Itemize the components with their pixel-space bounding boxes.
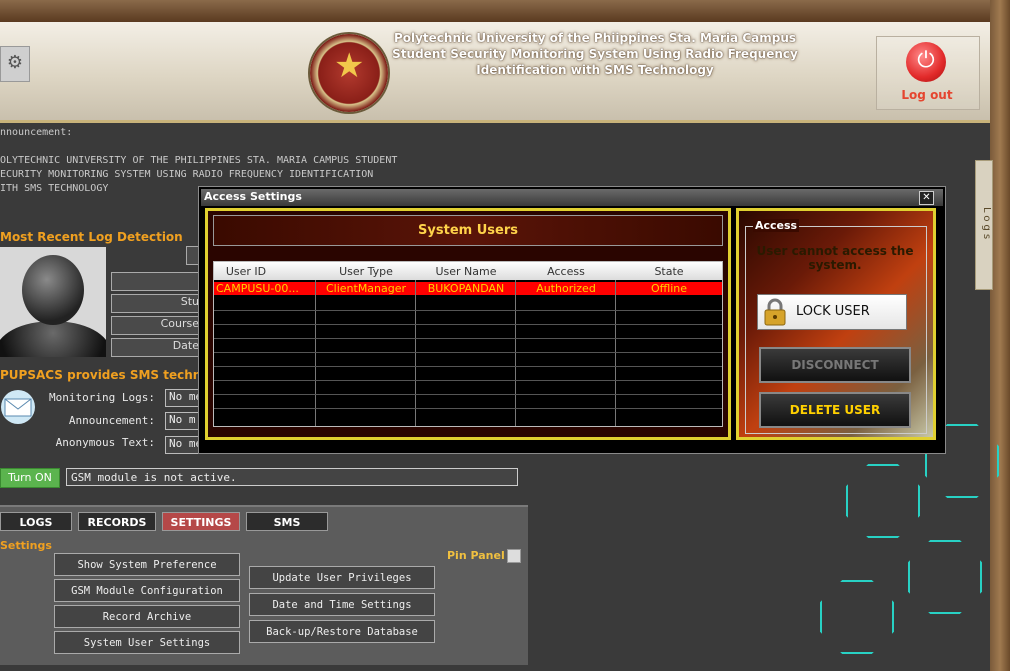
seal-star-icon: ★ (334, 46, 365, 86)
grid-line (315, 280, 316, 426)
column-header[interactable]: User Type (316, 265, 416, 278)
gsm-module-configuration-button[interactable]: GSM Module Configuration (54, 579, 240, 602)
announcement-label: nnouncement: (0, 127, 73, 138)
grid-line (214, 408, 722, 409)
right-frame (990, 0, 1010, 671)
settings-label: Settings (0, 539, 52, 552)
power-icon[interactable]: ⏻ (906, 42, 946, 82)
log-detection-title: Most Recent Log Detection (0, 230, 183, 244)
grid-line (415, 280, 416, 426)
avatar-body (0, 321, 106, 357)
title-line-2: Student Security Monitoring System Using… (392, 47, 798, 61)
lock-user-label[interactable]: LOCK USER (796, 304, 870, 319)
grid-line (214, 394, 722, 395)
column-header[interactable]: User ID (214, 265, 278, 278)
logs-side-tab[interactable]: Logs (975, 160, 993, 290)
logout-label[interactable]: Log out (896, 88, 958, 102)
pin-panel-checkbox[interactable] (507, 549, 521, 563)
hexagon-decoration (908, 540, 982, 614)
announcement-line: OLYTECHNIC UNIVERSITY OF THE PHILIPPINES… (0, 155, 398, 166)
table-cell[interactable]: CAMPUSU-00... (216, 282, 314, 295)
avatar-icon (0, 247, 106, 357)
tab-settings[interactable]: SETTINGS (162, 512, 240, 531)
title-line-1: Polytechnic University of the Phiippines… (393, 31, 797, 45)
grid-line (515, 280, 516, 426)
column-header[interactable]: User Name (416, 265, 516, 278)
date-label: Date (172, 339, 199, 352)
lock-icon (763, 298, 787, 326)
system-user-settings-button[interactable]: System User Settings (54, 631, 240, 654)
announcement-line: ECURITY MONITORING SYSTEM USING RADIO FR… (0, 169, 374, 180)
title-line-3: Identification with SMS Technology (476, 63, 714, 77)
disconnect-button[interactable]: DISCONNECT (759, 347, 911, 383)
monitoring-logs-label: Monitoring Logs: (49, 391, 155, 404)
app-title: Polytechnic University of the Phiippines… (390, 30, 800, 78)
access-group-title: Access (753, 219, 800, 232)
dialog-titlebar[interactable] (201, 189, 943, 206)
system-users-title: System Users (418, 223, 518, 238)
date-time-settings-button[interactable]: Date and Time Settings (249, 593, 435, 616)
date-field: Date (111, 338, 202, 357)
anonymous-text-label: Anonymous Text: (55, 436, 155, 449)
table-cell[interactable]: BUKOPANDAN (416, 282, 516, 295)
top-frame (0, 0, 990, 22)
tab-sms[interactable]: SMS (246, 512, 328, 531)
announcement-line: ITH SMS TECHNOLOGY (0, 183, 109, 194)
record-archive-button[interactable]: Record Archive (54, 605, 240, 628)
sms-title: PUPSACS provides SMS techn (0, 368, 202, 382)
dialog-title: Access Settings (204, 190, 302, 203)
backup-restore-button[interactable]: Back-up/Restore Database (249, 620, 435, 643)
avatar-head (22, 255, 84, 325)
table-cell[interactable]: Authorized (516, 282, 616, 295)
hexagon-decoration (820, 580, 894, 654)
tab-logs[interactable]: LOGS (0, 512, 72, 531)
hexagon-decoration (846, 464, 920, 538)
delete-user-button[interactable]: DELETE USER (759, 392, 911, 428)
detection-field (111, 272, 202, 291)
gsm-status-field: GSM module is not active. (66, 468, 518, 486)
student-field: Stu (111, 294, 202, 313)
column-header[interactable]: State (616, 265, 722, 278)
course-label: Course (160, 317, 199, 330)
grid-line (214, 310, 722, 311)
grid-line (214, 352, 722, 353)
grid-line (214, 380, 722, 381)
show-system-preference-button[interactable]: Show System Preference (54, 553, 240, 576)
grid-line (615, 280, 616, 426)
access-message: User cannot access the system. (756, 244, 914, 272)
grid-line (214, 338, 722, 339)
column-header[interactable]: Access (516, 265, 616, 278)
announcement-sms-label: Announcement: (68, 414, 155, 427)
update-user-privileges-button[interactable]: Update User Privileges (249, 566, 435, 589)
tab-records[interactable]: RECORDS (78, 512, 156, 531)
pin-panel-label: Pin Panel (447, 549, 505, 562)
grid-line (214, 324, 722, 325)
logo-icon[interactable]: ⚙ (0, 46, 30, 82)
table-cell[interactable]: Offline (616, 282, 722, 295)
student-label: Stu (180, 295, 199, 308)
table-cell[interactable]: ClientManager (316, 282, 416, 295)
turn-on-button[interactable]: Turn ON (0, 468, 60, 488)
course-field: Course (111, 316, 202, 335)
close-icon[interactable]: ✕ (919, 191, 934, 205)
grid-line (214, 366, 722, 367)
